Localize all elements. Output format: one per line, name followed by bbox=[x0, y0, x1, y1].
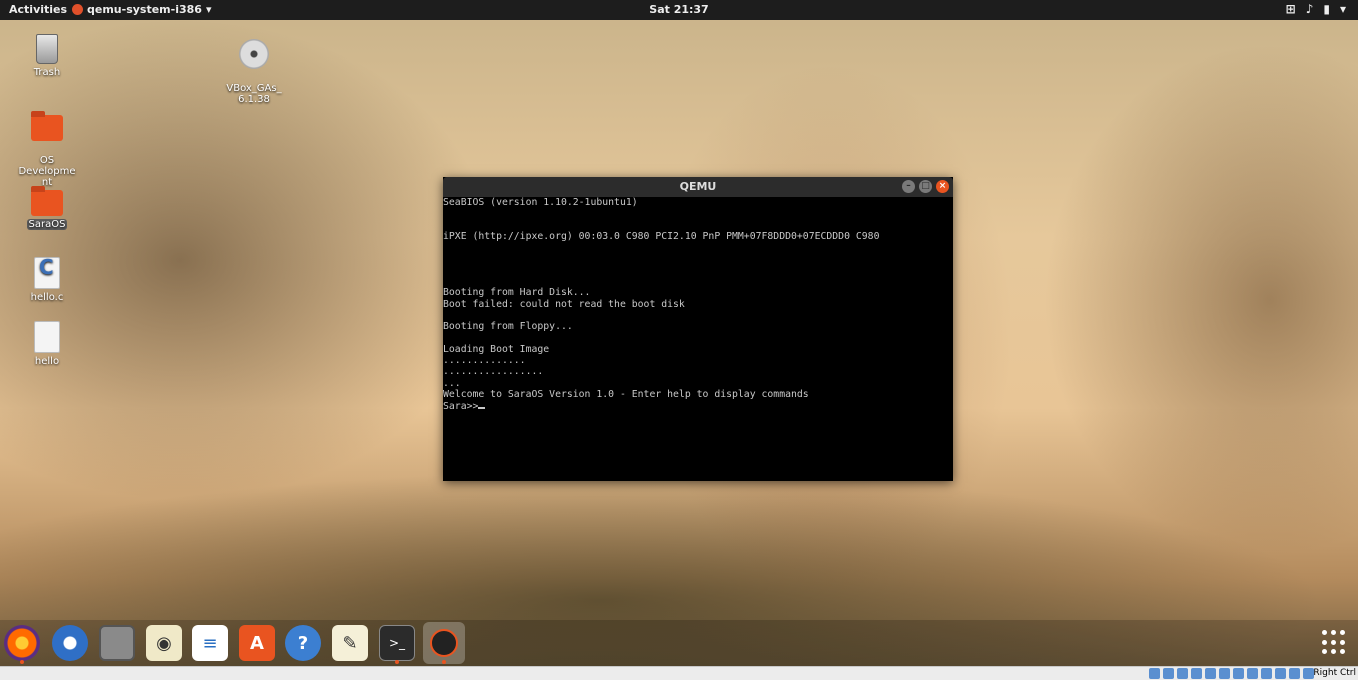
usb-icon[interactable] bbox=[1205, 668, 1216, 679]
volume-icon[interactable]: ♪ bbox=[1306, 2, 1314, 16]
shared-folders-icon[interactable] bbox=[1219, 668, 1230, 679]
folder-icon bbox=[31, 111, 63, 141]
close-icon[interactable]: × bbox=[936, 180, 949, 193]
help-icon[interactable]: ? bbox=[285, 625, 321, 661]
thunderbird-icon[interactable] bbox=[52, 625, 88, 661]
vm-status-bar: Right Ctrl bbox=[0, 666, 1358, 680]
host-key-label: Right Ctrl bbox=[1313, 668, 1356, 678]
hard-disk-icon[interactable] bbox=[1149, 668, 1160, 679]
cd-icon bbox=[239, 39, 269, 69]
desktop-icon-hello[interactable]: hello bbox=[12, 321, 82, 367]
c-source-file-icon: C bbox=[34, 257, 60, 289]
system-tray[interactable]: ⊞ ♪ ▮ ▾ bbox=[1286, 2, 1346, 16]
vm-display[interactable]: SeaBIOS (version 1.10.2-1ubuntu1) iPXE (… bbox=[443, 197, 953, 413]
arrow-down-icon[interactable] bbox=[1303, 668, 1314, 679]
desktop-icon-label: OS Developme nt bbox=[18, 155, 76, 188]
network-icon[interactable]: ⊞ bbox=[1286, 2, 1296, 16]
network-adapter-icon[interactable] bbox=[1191, 668, 1202, 679]
desktop-icon-label: hello.c bbox=[30, 292, 64, 303]
mouse-integration-icon[interactable] bbox=[1275, 668, 1286, 679]
maximize-icon[interactable]: □ bbox=[919, 180, 932, 193]
top-bar: Activities qemu-system-i386 ▾ Sat 21:37 … bbox=[0, 0, 1358, 20]
minimize-icon[interactable]: – bbox=[902, 180, 915, 193]
terminal-icon[interactable]: >_ bbox=[379, 625, 415, 661]
desktop-icon-vbox-gas[interactable]: VBox_GAs_ 6.1.38 bbox=[219, 28, 289, 116]
running-indicator bbox=[442, 660, 446, 664]
firefox-icon[interactable] bbox=[4, 625, 40, 661]
files-icon[interactable] bbox=[99, 625, 135, 661]
recording-icon[interactable] bbox=[1247, 668, 1258, 679]
optical-drive-icon[interactable] bbox=[1163, 668, 1174, 679]
window-title: QEMU bbox=[679, 180, 717, 193]
text-editor-icon[interactable]: ✎ bbox=[332, 625, 368, 661]
trash-icon bbox=[36, 34, 58, 64]
desktop-icon-label: Trash bbox=[33, 67, 61, 78]
show-applications-icon[interactable] bbox=[1322, 630, 1348, 656]
window-titlebar[interactable]: QEMU – □ × bbox=[443, 177, 953, 197]
software-center-icon[interactable]: A bbox=[239, 625, 275, 661]
text-file-icon bbox=[34, 321, 60, 353]
desktop-icon-saraos[interactable]: SaraOS bbox=[12, 186, 82, 230]
battery-icon[interactable]: ▮ bbox=[1323, 2, 1330, 16]
desktop-icon-label: VBox_GAs_ 6.1.38 bbox=[226, 83, 282, 105]
audio-icon[interactable] bbox=[1177, 668, 1188, 679]
running-indicator bbox=[395, 660, 399, 664]
text-cursor bbox=[478, 400, 486, 410]
rhythmbox-icon[interactable]: ◉ bbox=[146, 625, 182, 661]
desktop-icon-hello-c[interactable]: C hello.c bbox=[12, 257, 82, 303]
system-menu-chevron-icon[interactable]: ▾ bbox=[1340, 2, 1346, 16]
keyboard-icon[interactable] bbox=[1289, 668, 1300, 679]
vm-console-text: SeaBIOS (version 1.10.2-1ubuntu1) iPXE (… bbox=[443, 197, 880, 413]
libreoffice-writer-icon[interactable]: ≡ bbox=[192, 625, 228, 661]
desktop-icon-label: SaraOS bbox=[26, 219, 68, 230]
cpu-icon[interactable] bbox=[1261, 668, 1272, 679]
running-indicator bbox=[20, 660, 24, 664]
display-icon[interactable] bbox=[1233, 668, 1244, 679]
desktop-icon-trash[interactable]: Trash bbox=[12, 34, 82, 78]
clock[interactable]: Sat 21:37 bbox=[0, 3, 1358, 16]
desktop-icon-os-development[interactable]: OS Developme nt bbox=[12, 104, 82, 199]
qemu-icon[interactable] bbox=[423, 622, 465, 664]
desktop-icon-label: hello bbox=[34, 356, 60, 367]
qemu-window[interactable]: QEMU – □ × SeaBIOS (version 1.10.2-1ubun… bbox=[443, 177, 953, 481]
folder-icon bbox=[31, 186, 63, 216]
status-bar-icons bbox=[1149, 668, 1314, 679]
